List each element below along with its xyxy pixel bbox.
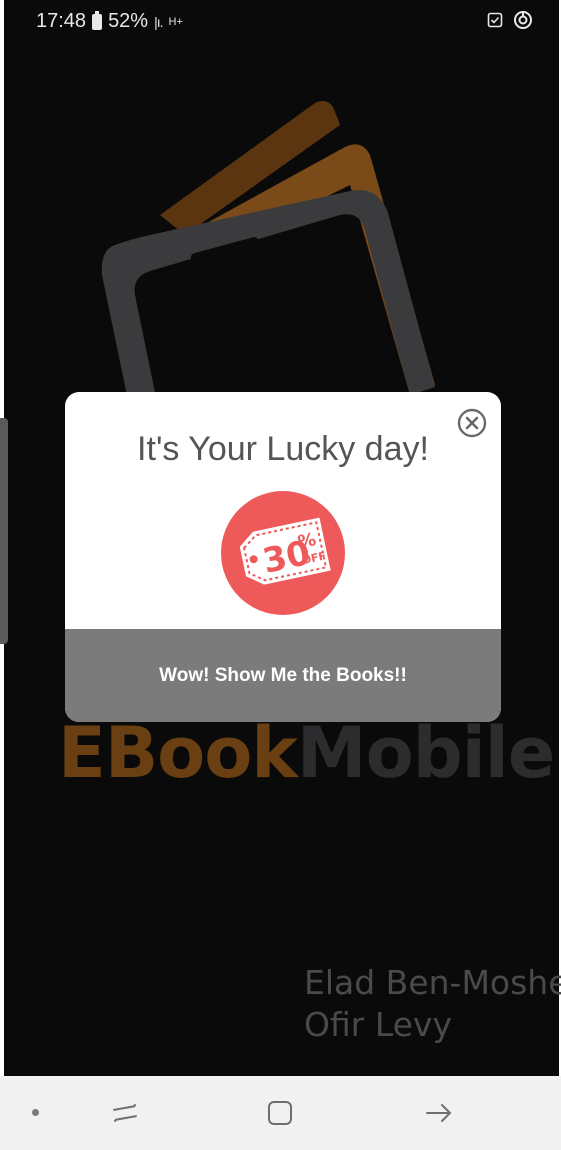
status-time: 17:48: [36, 10, 87, 32]
discount-tag-icon: 30 % OFF: [220, 490, 346, 616]
battery-icon: [92, 10, 103, 30]
status-bar: 17:48 52% |ı. H+: [0, 0, 561, 40]
logo-phone-book-icon: [90, 95, 470, 425]
battery-percent: 52%: [108, 10, 149, 32]
dot-icon[interactable]: [32, 1109, 39, 1116]
screen: 17:48 52% |ı. H+ EBookMobile Elad Ben-Mo…: [0, 0, 561, 1150]
sync-notification-icon: [513, 10, 533, 30]
show-books-button[interactable]: Wow! Show Me the Books!!: [65, 629, 501, 722]
dialog-title: It's Your Lucky day!: [137, 430, 429, 468]
network-type-icon: H+: [168, 15, 183, 28]
credits: Elad Ben-Moshe Ofir Levy: [304, 962, 561, 1046]
brand-mobile-text: Mobile: [296, 712, 555, 794]
navigation-bar: [0, 1076, 561, 1150]
show-books-label: Wow! Show Me the Books!!: [159, 664, 407, 686]
promo-dialog: It's Your Lucky day! 30 % OFF Wow! Show …: [65, 392, 501, 722]
status-left: 17:48 52% |ı. H+: [36, 10, 183, 33]
signal-icon: |ı.: [154, 13, 163, 30]
back-icon[interactable]: [422, 1096, 456, 1130]
credit-name: Ofir Levy: [304, 1005, 452, 1044]
brand-ebook-text: EBook: [58, 712, 298, 794]
home-icon[interactable]: [263, 1096, 297, 1130]
recents-icon[interactable]: [108, 1096, 142, 1130]
status-right: [487, 10, 533, 30]
edge-panel-handle[interactable]: [0, 418, 8, 644]
checkbox-notification-icon: [487, 12, 503, 28]
credit-name: Elad Ben-Moshe: [304, 963, 561, 1002]
brand-logo-text: EBookMobile: [58, 712, 555, 794]
